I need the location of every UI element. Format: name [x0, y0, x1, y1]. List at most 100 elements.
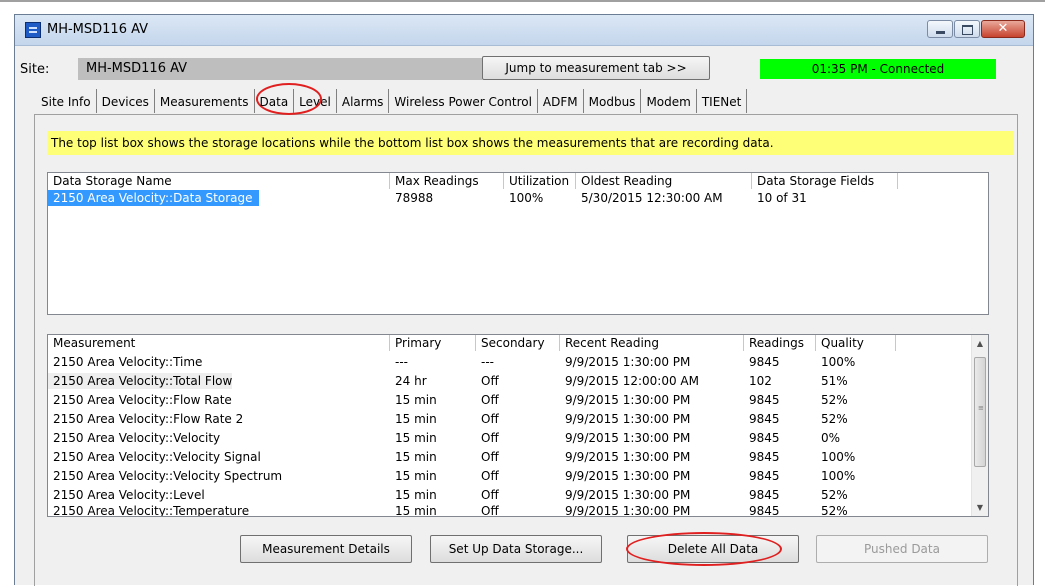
- site-name-field: MH-MSD116 AV: [78, 58, 482, 80]
- recent-reading-cell: 9/9/2015 1:30:00 PM: [565, 469, 691, 483]
- readings-cell: 9845: [749, 412, 780, 426]
- tab-label: TIENet: [701, 95, 742, 109]
- info-banner: The top list box shows the storage locat…: [47, 131, 1014, 155]
- primary-cell: ---: [395, 355, 408, 369]
- jump-to-measurement-tab-button[interactable]: Jump to measurement tab >>: [482, 56, 710, 80]
- readings-cell: 9845: [749, 450, 780, 464]
- set-up-data-storage-button[interactable]: Set Up Data Storage...: [430, 535, 602, 563]
- secondary-cell: Off: [481, 488, 499, 502]
- button-label: Set Up Data Storage...: [448, 542, 584, 556]
- table-row[interactable]: 2150 Area Velocity::Flow Rate 15 min Off…: [48, 392, 988, 408]
- tab-label: Measurements: [159, 95, 249, 109]
- column-header-oldest-reading[interactable]: Oldest Reading: [576, 173, 752, 189]
- button-label: Pushed Data: [864, 542, 940, 556]
- quality-cell: 51%: [821, 374, 848, 388]
- readings-cell: 9845: [749, 488, 780, 502]
- tab-adfm[interactable]: ADFM: [538, 89, 584, 113]
- tab-site-info[interactable]: Site Info: [36, 89, 97, 113]
- table-row[interactable]: 2150 Area Velocity::Level 15 min Off 9/9…: [48, 487, 988, 503]
- readings-cell: 9845: [749, 393, 780, 407]
- table-row[interactable]: 2150 Area Velocity::Total Flow 24 hr Off…: [48, 373, 988, 389]
- primary-cell: 15 min: [395, 450, 437, 464]
- secondary-cell: Off: [481, 393, 499, 407]
- tab-label: Modem: [646, 95, 691, 109]
- column-header-readings[interactable]: Readings: [744, 335, 816, 351]
- tab-modbus[interactable]: Modbus: [584, 89, 642, 113]
- column-header-max-readings[interactable]: Max Readings: [390, 173, 504, 189]
- table-row[interactable]: 2150 Area Velocity::Velocity Spectrum 15…: [48, 468, 988, 484]
- tab-wireless-power-control[interactable]: Wireless Power Control: [389, 89, 538, 113]
- secondary-cell: Off: [481, 469, 499, 483]
- tab-data[interactable]: Data: [255, 89, 295, 113]
- recent-reading-cell: 9/9/2015 12:00:00 AM: [565, 374, 699, 388]
- readings-cell: 9845: [749, 504, 780, 517]
- tab-devices[interactable]: Devices: [97, 89, 155, 113]
- recent-reading-cell: 9/9/2015 1:30:00 PM: [565, 431, 691, 445]
- tab-modem[interactable]: Modem: [641, 89, 697, 113]
- primary-cell: 15 min: [395, 412, 437, 426]
- jump-button-label: Jump to measurement tab >>: [505, 61, 687, 75]
- tab-label: Alarms: [341, 95, 384, 109]
- measurement-list-scrollbar[interactable]: ▲ ≡ ▼: [971, 335, 988, 516]
- column-header-quality[interactable]: Quality: [816, 335, 896, 351]
- maximize-button[interactable]: [954, 20, 980, 38]
- column-header-measurement[interactable]: Measurement: [48, 335, 390, 351]
- table-row[interactable]: 2150 Area Velocity::Time --- --- 9/9/201…: [48, 354, 988, 370]
- app-icon: [25, 22, 41, 38]
- storage-list-header: Data Storage Name Max Readings Utilizati…: [48, 173, 988, 189]
- quality-cell: 0%: [821, 431, 841, 445]
- measurement-cell: 2150 Area Velocity::Temperature: [53, 504, 250, 517]
- column-header-utilization[interactable]: Utilization: [504, 173, 576, 189]
- column-header-primary[interactable]: Primary: [390, 335, 476, 351]
- readings-cell: 9845: [749, 469, 780, 483]
- scroll-thumb[interactable]: ≡: [974, 357, 986, 467]
- delete-all-data-button[interactable]: Delete All Data: [627, 535, 799, 563]
- secondary-cell: Off: [481, 431, 499, 445]
- column-header-data-storage-name[interactable]: Data Storage Name: [48, 173, 390, 189]
- measurement-cell: 2150 Area Velocity::Velocity Spectrum: [53, 469, 283, 483]
- pushed-data-button[interactable]: Pushed Data: [816, 535, 988, 563]
- table-row[interactable]: 2150 Area Velocity::Velocity 15 min Off …: [48, 430, 988, 446]
- readings-cell: 9845: [749, 355, 780, 369]
- table-row[interactable]: 2150 Area Velocity::Flow Rate 2 15 min O…: [48, 411, 988, 427]
- measurement-cell: 2150 Area Velocity::Flow Rate 2: [53, 412, 244, 426]
- tab-alarms[interactable]: Alarms: [337, 89, 390, 113]
- quality-cell: 100%: [821, 355, 856, 369]
- table-row[interactable]: 2150 Area Velocity::Data Storage 78988 1…: [48, 190, 988, 206]
- scroll-down-icon[interactable]: ▼: [972, 499, 988, 516]
- minimize-button[interactable]: [927, 20, 953, 38]
- scroll-up-icon[interactable]: ▲: [972, 335, 988, 352]
- title-bar[interactable]: MH-MSD116 AV ✕: [15, 15, 1033, 46]
- primary-cell: 24 hr: [395, 374, 427, 388]
- utilization-cell: 100%: [509, 191, 544, 205]
- tab-measurements[interactable]: Measurements: [155, 89, 255, 113]
- measurement-cell: 2150 Area Velocity::Velocity Signal: [53, 450, 261, 464]
- tab-label: ADFM: [542, 95, 578, 109]
- column-header-recent-reading[interactable]: Recent Reading: [560, 335, 744, 351]
- site-label: Site:: [20, 62, 50, 77]
- recent-reading-cell: 9/9/2015 1:30:00 PM: [565, 450, 691, 464]
- max-readings-cell: 78988: [395, 191, 434, 205]
- recent-reading-cell: 9/9/2015 1:30:00 PM: [565, 393, 691, 407]
- measurement-details-button[interactable]: Measurement Details: [240, 535, 412, 563]
- measurement-listbox[interactable]: Measurement Primary Secondary Recent Rea…: [47, 334, 989, 517]
- readings-cell: 102: [749, 374, 772, 388]
- tab-tienet[interactable]: TIENet: [697, 89, 748, 113]
- quality-cell: 52%: [821, 488, 848, 502]
- recent-reading-cell: 9/9/2015 1:30:00 PM: [565, 412, 691, 426]
- secondary-cell: Off: [481, 374, 499, 388]
- oldest-reading-cell: 5/30/2015 12:30:00 AM: [581, 191, 723, 205]
- data-storage-listbox[interactable]: Data Storage Name Max Readings Utilizati…: [47, 172, 989, 315]
- window-title: MH-MSD116 AV: [47, 22, 149, 37]
- tab-label: Devices: [101, 95, 149, 109]
- tab-level[interactable]: Level: [294, 89, 337, 113]
- recent-reading-cell: 9/9/2015 1:30:00 PM: [565, 504, 691, 517]
- table-row[interactable]: 2150 Area Velocity::Temperature 15 min O…: [48, 503, 988, 517]
- measurement-cell: 2150 Area Velocity::Time: [53, 355, 203, 369]
- close-button[interactable]: ✕: [981, 20, 1025, 38]
- close-icon: ✕: [997, 21, 1009, 36]
- tab-label: Modbus: [588, 95, 636, 109]
- table-row[interactable]: 2150 Area Velocity::Velocity Signal 15 m…: [48, 449, 988, 465]
- column-header-secondary[interactable]: Secondary: [476, 335, 560, 351]
- column-header-data-storage-fields[interactable]: Data Storage Fields: [752, 173, 898, 189]
